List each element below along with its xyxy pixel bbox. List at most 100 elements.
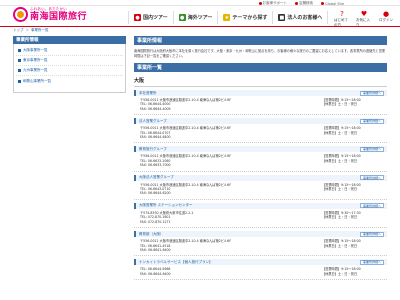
- sidebar-item-label: 東京事業所一覧: [23, 58, 48, 62]
- breadcrumb: トップ ＞ 事業所一覧: [13, 28, 49, 33]
- branch-detail-button[interactable]: 事業所詳細へ: [359, 203, 384, 209]
- branch-name[interactable]: 本社営業所: [139, 91, 157, 96]
- branch-detail-button[interactable]: 事業所詳細へ: [359, 118, 384, 124]
- branch-contact: 〒556-0011 大阪市浪速区難波中2-10-4 南海なんば第2ビル6F TE…: [140, 154, 231, 167]
- branch-holiday-text: 【休業日】土・日・祝日: [322, 215, 358, 220]
- branch-name[interactable]: 大阪営業所 ステーションセンター: [139, 203, 193, 208]
- square-bullet-icon: [18, 69, 21, 72]
- sidebar-item-label: 大阪事業所一覧: [23, 48, 48, 52]
- sidebar: 事業所情報 大阪事業所一覧 東京事業所一覧 九州事業所一覧 和歌山事業所一覧: [13, 36, 126, 93]
- sidebar-item-label: 九州事業所一覧: [23, 68, 48, 72]
- square-bullet-icon: [18, 49, 21, 52]
- page-title: 事業所情報: [134, 36, 387, 45]
- nav-label: テーマから探す: [232, 15, 268, 21]
- nav-theme-search[interactable]: ★ テーマから探す: [217, 11, 272, 24]
- branch-name[interactable]: 教育部（大阪）: [139, 232, 164, 237]
- bullet-icon: [295, 2, 298, 5]
- heart-icon: ♥: [360, 10, 368, 18]
- breadcrumb-current[interactable]: 事業所一覧: [31, 28, 49, 33]
- branch-entry: 大阪営業所 ステーションセンター 事業所詳細へ 〒574-8530 大阪府大東市…: [134, 202, 387, 229]
- branch-hours: 【営業時間】9:15～18:00 【休業日】土・日・祝日: [322, 154, 384, 167]
- branch-holiday-text: 【休業日】土・日・祝日: [322, 130, 358, 135]
- bullet-icon: [321, 2, 324, 5]
- nav-overseas-tours[interactable]: ● 海外ツアー: [172, 11, 218, 24]
- region-heading: 大阪: [134, 77, 387, 87]
- nav-label: 国内ツアー: [143, 15, 168, 21]
- logo-mark-icon: [13, 7, 28, 22]
- branch-hours: 【営業時間】9:15～18:00 【休業日】土・日・祝日: [322, 126, 384, 139]
- branch-entry: 法人営業グループ 事業所詳細へ 〒556-0011 大阪市浪速区難波中2-10-…: [134, 118, 387, 144]
- branch-holiday-text: 【休業日】土・日・祝日: [322, 271, 358, 276]
- branch-contact: 〒574-8530 大阪府大東市住道2-2-1 TEL: 072-870-160…: [140, 211, 193, 224]
- branch-contact: 〒556-0011 大阪市浪速区難波中2-10-4 南海なんば第2ビル6F TE…: [140, 98, 231, 111]
- branch-address: 〒556-0011 大阪市浪速区難波中2-10-4 南海なんば第2ビル6F: [140, 126, 232, 131]
- utility-link-label: Global Site: [325, 1, 344, 6]
- breadcrumb-home[interactable]: トップ: [13, 28, 24, 33]
- nav-corporate[interactable]: ■ 法人のお客様へ: [272, 11, 329, 24]
- global-nav: ● 国内ツアー ● 海外ツアー ★ テーマから探す ■ 法人のお客様へ: [128, 11, 329, 24]
- branch-contact: TEL: 06-6644-5668 FAX: 06-6644-6400: [140, 267, 171, 276]
- sidebar-item-osaka[interactable]: 大阪事業所一覧: [16, 46, 123, 56]
- site-header: ふれあい、あたたかい 南海国際旅行 ● 国内ツアー ● 海外ツアー ★ テーマか…: [0, 6, 400, 27]
- branch-name[interactable]: 教育旅行グループ: [139, 147, 167, 152]
- sidebar-item-tokyo[interactable]: 東京事業所一覧: [16, 56, 123, 66]
- nav-label: 海外ツアー: [187, 15, 213, 21]
- branch-body: 〒556-0011 大阪市浪速区難波中2-10-4 南海なんば第2ビル6F TE…: [134, 96, 387, 116]
- branch-detail-button[interactable]: 事業所詳細へ: [359, 231, 384, 237]
- branch-name[interactable]: 大阪法人営業グループ: [139, 175, 174, 180]
- sidebar-item-kyushu[interactable]: 九州事業所一覧: [16, 66, 123, 76]
- japan-icon: ●: [134, 14, 141, 21]
- branch-entry: 教育旅行グループ 事業所詳細へ 〒556-0011 大阪市浪速区難波中2-10-…: [134, 146, 387, 172]
- branch-fax: FAX: 06-6641-6400: [140, 247, 171, 252]
- branch-detail-button[interactable]: 事業所詳細へ: [359, 90, 384, 96]
- square-bullet-icon: [18, 79, 21, 83]
- branch-fax: FAX: 06-6644-6400: [140, 135, 171, 140]
- sidebar-title: 事業所情報: [13, 36, 126, 44]
- branch-body: TEL: 06-6644-5668 FAX: 06-6644-6400 【営業時…: [134, 265, 387, 281]
- user-icon: ●: [382, 10, 390, 18]
- sidebar-item-label: 和歌山事業所一覧: [23, 78, 51, 83]
- branch-body: 〒574-8530 大阪府大東市住道2-2-1 TEL: 072-870-160…: [134, 209, 387, 229]
- nav-domestic-tours[interactable]: ● 国内ツアー: [128, 11, 173, 24]
- branch-fax: FAX: 06-6633-7000: [140, 163, 171, 168]
- branch-list: 本社営業所 事業所詳細へ 〒556-0011 大阪市浪速区難波中2-10-4 南…: [134, 90, 387, 281]
- bullet-icon: [258, 2, 262, 5]
- branch-contact: 〒556-0011 大阪市浪速区難波中2-10-4 南海なんば第2ビル6F TE…: [140, 239, 231, 252]
- branch-entry: 本社営業所 事業所詳細へ 〒556-0011 大阪市浪速区難波中2-10-4 南…: [134, 90, 387, 116]
- site-logo[interactable]: ふれあい、あたたかい 南海国際旅行: [13, 7, 87, 22]
- branch-body: 〒556-0011 大阪市浪速区難波中2-10-4 南海なんば第2ビル6F TE…: [134, 237, 387, 257]
- branch-fax: FAX: 06-6644-6200: [140, 191, 171, 196]
- branch-contact: 〒556-0011 大阪市浪速区難波中2-10-4 南海なんば第2ビル6F TE…: [140, 183, 231, 196]
- branch-hours: 【営業時間】9:15～18:00 【休業日】土・日・祝日: [322, 98, 384, 111]
- branch-name[interactable]: 法人営業グループ: [139, 119, 167, 124]
- branch-entry: 大阪法人営業グループ 事業所詳細へ 〒556-0011 大阪市浪速区難波中2-1…: [134, 174, 387, 200]
- logo-text: ふれあい、あたたかい 南海国際旅行: [30, 7, 87, 22]
- branch-body: 〒556-0011 大阪市浪速区難波中2-10-4 南海なんば第2ビル6F TE…: [134, 124, 387, 144]
- breadcrumb-separator: ＞: [25, 28, 30, 32]
- sidebar-list: 大阪事業所一覧 東京事業所一覧 九州事業所一覧 和歌山事業所一覧: [13, 44, 126, 93]
- branch-hours: 【営業時間】9:15～18:00 【休業日】土・日・祝日: [322, 183, 384, 196]
- branch-holiday-text: 【休業日】土・日・祝日: [322, 243, 358, 248]
- nav-label: 法人のお客様へ: [287, 15, 323, 21]
- branch-hours: 【営業時間】9:15～18:00 【休業日】土・日・祝日: [322, 267, 384, 276]
- branch-address: 〒556-0011 大阪市浪速区難波中2-10-4 南海なんば第2ビル6F: [140, 239, 232, 244]
- building-icon: ■: [278, 14, 286, 21]
- branch-body: 〒556-0011 大阪市浪速区難波中2-10-4 南海なんば第2ビル6F TE…: [134, 152, 387, 172]
- branch-holiday-text: 【休業日】土・日・祝日: [322, 158, 358, 163]
- globe-icon: ●: [178, 14, 186, 21]
- branch-detail-button[interactable]: 事業所詳細へ: [359, 175, 384, 181]
- main-content: 事業所情報 南海国際旅行は大阪府大阪市に本社を置く旅行会社です。大阪・東京・九州…: [134, 36, 387, 281]
- intro-text: 南海国際旅行は大阪府大阪市に本社を置く旅行会社です。大阪・東京・九州・和歌山に拠…: [134, 49, 386, 58]
- branch-holiday-text: 【休業日】土・日・祝日: [322, 187, 358, 192]
- branch-detail-button[interactable]: 事業所詳細へ: [359, 146, 384, 152]
- tool-label: ログイン: [379, 18, 393, 22]
- branch-detail-button[interactable]: 事業所詳細へ: [359, 259, 384, 265]
- branch-name[interactable]: ナンカイトラベルサービス【個人旅行プラン】: [139, 260, 213, 265]
- branch-holiday-text: 【休業日】土・日・祝日: [322, 102, 358, 107]
- theme-icon: ★: [223, 14, 231, 21]
- branch-fax: FAX: 06-6644-6400: [140, 271, 171, 276]
- sidebar-item-wakayama[interactable]: 和歌山事業所一覧: [16, 76, 123, 86]
- branch-entry: 教育部（大阪） 事業所詳細へ 〒556-0011 大阪市浪速区難波中2-10-4…: [134, 231, 387, 257]
- logo-name: 南海国際旅行: [30, 12, 88, 22]
- branch-fax: FAX: 072-870-1271: [140, 219, 171, 224]
